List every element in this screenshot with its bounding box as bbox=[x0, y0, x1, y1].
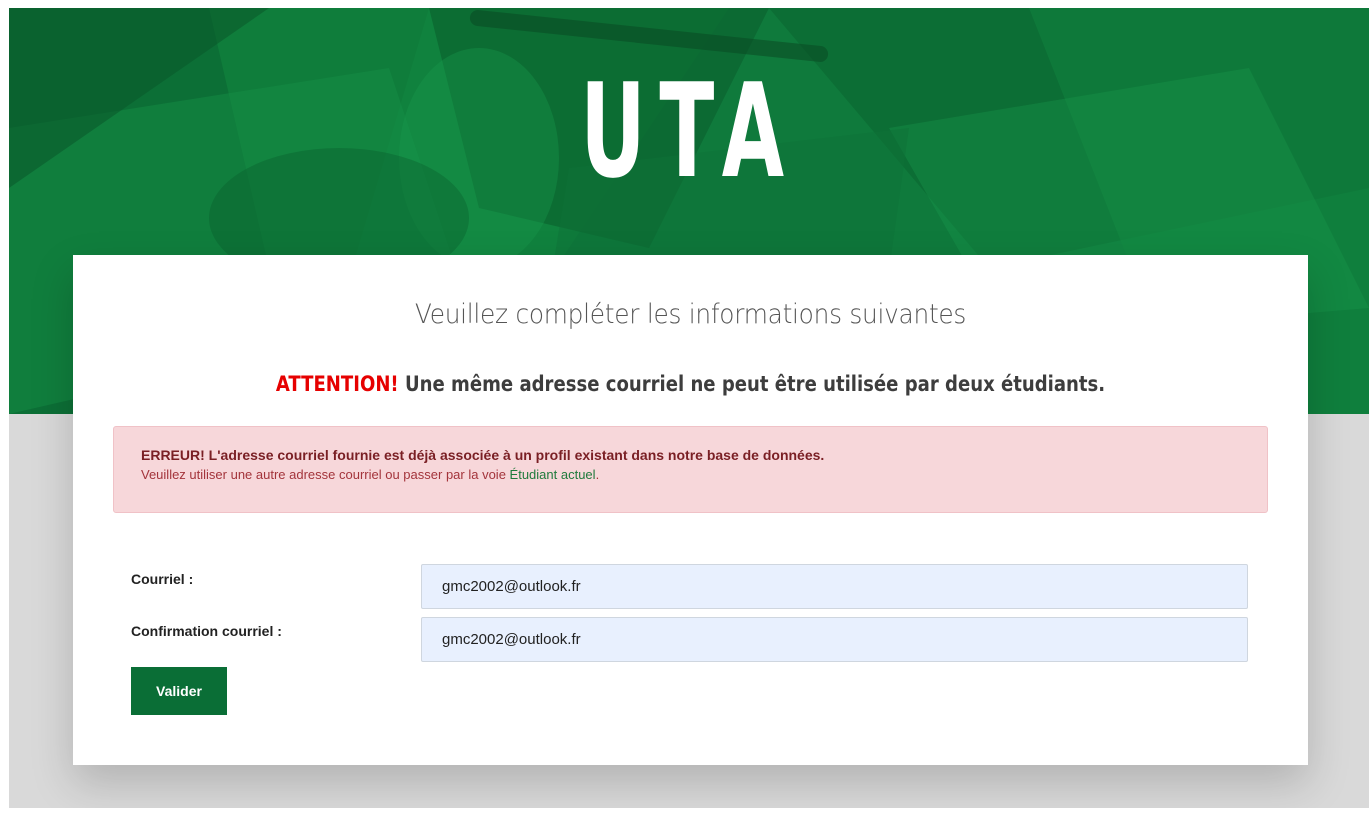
error-alert-text: Veuillez utiliser une autre adresse cour… bbox=[141, 467, 510, 482]
brand-logo-text: UTA bbox=[580, 55, 798, 207]
error-alert-message: Veuillez utiliser une autre adresse cour… bbox=[141, 467, 1240, 482]
error-alert-title: ERREUR! L'adresse courriel fournie est d… bbox=[141, 447, 825, 463]
warning-notice: ATTENTION! Une même adresse courriel ne … bbox=[159, 372, 1221, 396]
valider-button[interactable]: Valider bbox=[131, 667, 227, 715]
page: UTA Veuillez compléter les informations … bbox=[9, 8, 1369, 808]
form-card: Veuillez compléter les informations suiv… bbox=[73, 255, 1308, 765]
email-field[interactable] bbox=[421, 564, 1248, 609]
email-confirmation-field[interactable] bbox=[421, 617, 1248, 662]
email-label: Courriel : bbox=[131, 571, 194, 587]
etudiant-actuel-link[interactable]: Étudiant actuel bbox=[510, 467, 596, 482]
warning-prefix: ATTENTION! bbox=[275, 372, 399, 396]
form-title: Veuillez compléter les informations suiv… bbox=[414, 299, 967, 330]
warning-text: Une même adresse courriel ne peut être u… bbox=[404, 372, 1106, 396]
email-confirmation-label: Confirmation courriel : bbox=[131, 623, 282, 639]
error-alert: ERREUR! L'adresse courriel fournie est d… bbox=[113, 426, 1268, 513]
error-alert-text-end: . bbox=[595, 467, 600, 482]
